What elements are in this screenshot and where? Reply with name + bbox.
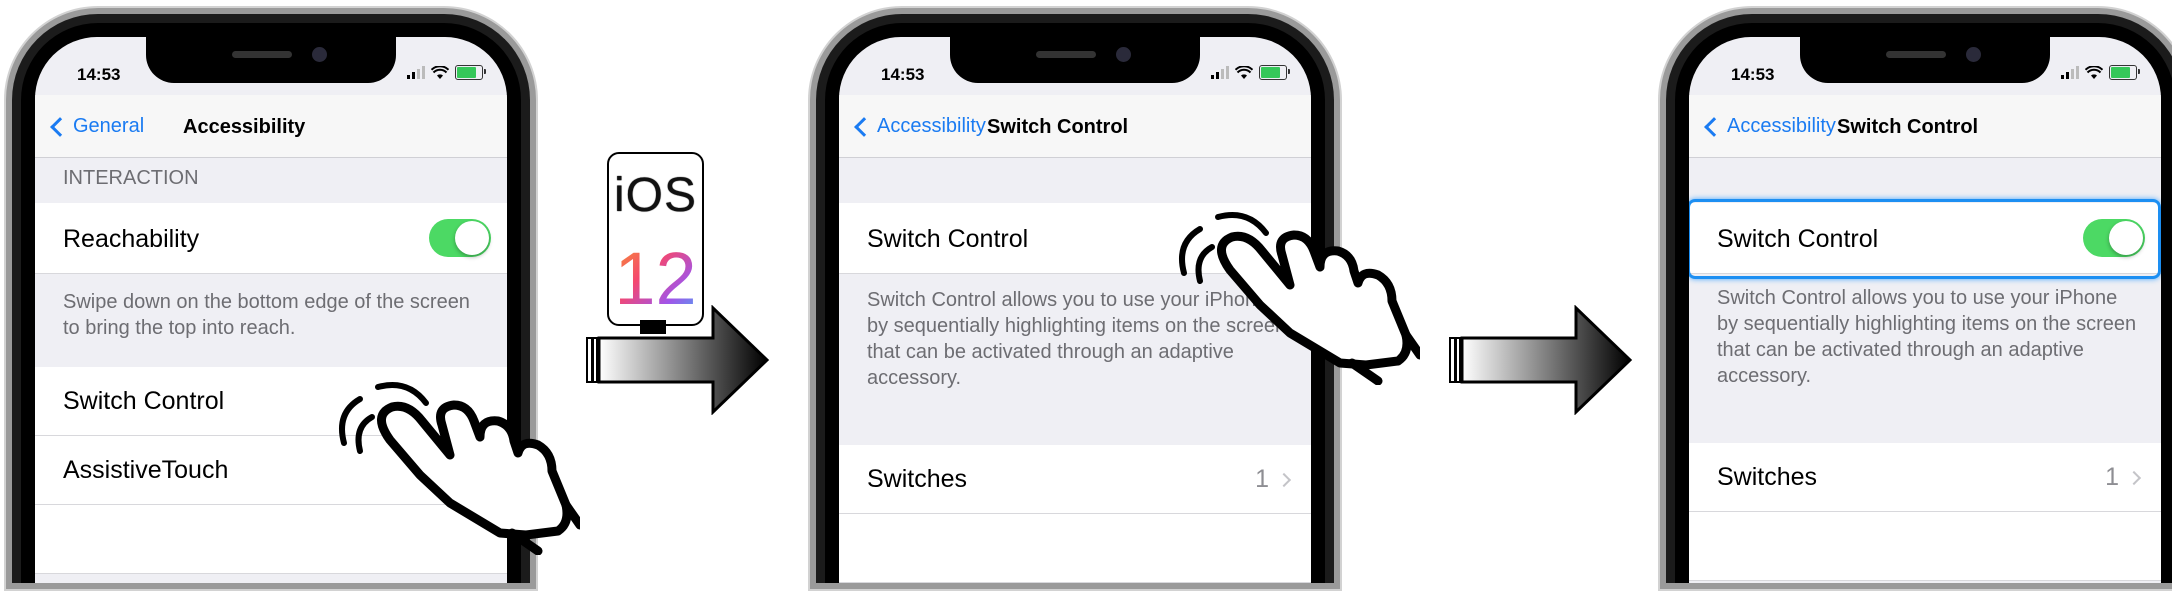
notch [146, 37, 396, 83]
switches-count: 1 [1255, 465, 1269, 493]
switch-control-toggle[interactable] [2083, 219, 2145, 257]
reachability-footer: Swipe down on the bottom edge of the scr… [63, 291, 470, 339]
chevron-left-icon [854, 116, 874, 137]
row-label: Switch Control [1717, 225, 1879, 253]
switches-row[interactable]: Switches 1 [839, 445, 1311, 514]
row-label: Switch Control [63, 387, 225, 415]
status-time: 14:53 [77, 65, 121, 84]
ios-version-badge: iOS 12 [607, 152, 704, 326]
chevron-right-icon [1276, 472, 1292, 487]
row-label: Switch Control [867, 225, 1029, 253]
nav-bar: Accessibility Switch Control [1689, 95, 2161, 158]
battery-icon [1259, 65, 1290, 80]
chevron-left-icon [1704, 116, 1724, 137]
row-label: Reachability [63, 225, 200, 253]
back-label: Accessibility [1727, 115, 1836, 137]
switch-control-row[interactable]: Switch Control [1689, 203, 2161, 274]
wifi-icon [431, 65, 449, 79]
switches-detail: 1 [2105, 463, 2142, 492]
signal-icon [2061, 66, 2079, 79]
status-time: 14:53 [881, 65, 925, 84]
reachability-toggle[interactable] [429, 219, 491, 257]
page-title: Switch Control [987, 116, 1129, 138]
back-label: General [73, 115, 145, 137]
hand-pointer-icon [339, 382, 580, 555]
battery-icon [2109, 65, 2140, 80]
back-label: Accessibility [877, 115, 986, 137]
page-title: Accessibility [183, 116, 306, 138]
ios-version-number: 12 [609, 236, 702, 321]
notch [950, 37, 1200, 83]
battery-icon [455, 65, 486, 80]
partial-row [839, 514, 1311, 583]
reachability-row[interactable]: Reachability [35, 203, 507, 274]
ios-label: iOS [613, 169, 697, 222]
row-label: AssistiveTouch [63, 456, 229, 484]
switch-control-description: Switch Control allows you to use your iP… [1717, 287, 2137, 387]
badge-connector [640, 320, 666, 334]
switches-row[interactable]: Switches 1 [1689, 443, 2161, 512]
row-label: Switches [1717, 463, 1818, 491]
wifi-icon [1235, 65, 1253, 79]
signal-icon [1211, 66, 1229, 79]
notch [1800, 37, 2050, 83]
signal-icon [407, 66, 425, 79]
back-button[interactable]: Accessibility [851, 115, 986, 138]
partial-row [1689, 512, 2161, 581]
nav-bar: General Accessibility [35, 95, 507, 158]
phone-frame-3: 14:53 Accessibility Switch Control Switc… [1666, 14, 2172, 583]
arrow-right-icon [1449, 305, 1633, 415]
back-button[interactable]: Accessibility [1701, 115, 1836, 138]
back-button[interactable]: General [47, 115, 144, 138]
chevron-right-icon [2126, 470, 2142, 485]
hand-pointer-icon [1179, 212, 1420, 385]
page-title: Switch Control [1837, 116, 1979, 138]
section-header: INTERACTION [63, 167, 199, 189]
wifi-icon [2085, 65, 2103, 79]
nav-bar: Accessibility Switch Control [839, 95, 1311, 158]
switches-count: 1 [2105, 463, 2119, 491]
chevron-left-icon [50, 116, 70, 137]
phone-screen-3: 14:53 Accessibility Switch Control Switc… [1689, 37, 2161, 583]
status-time: 14:53 [1731, 65, 1775, 84]
row-label: Switches [867, 465, 968, 493]
switches-detail: 1 [1255, 465, 1292, 494]
